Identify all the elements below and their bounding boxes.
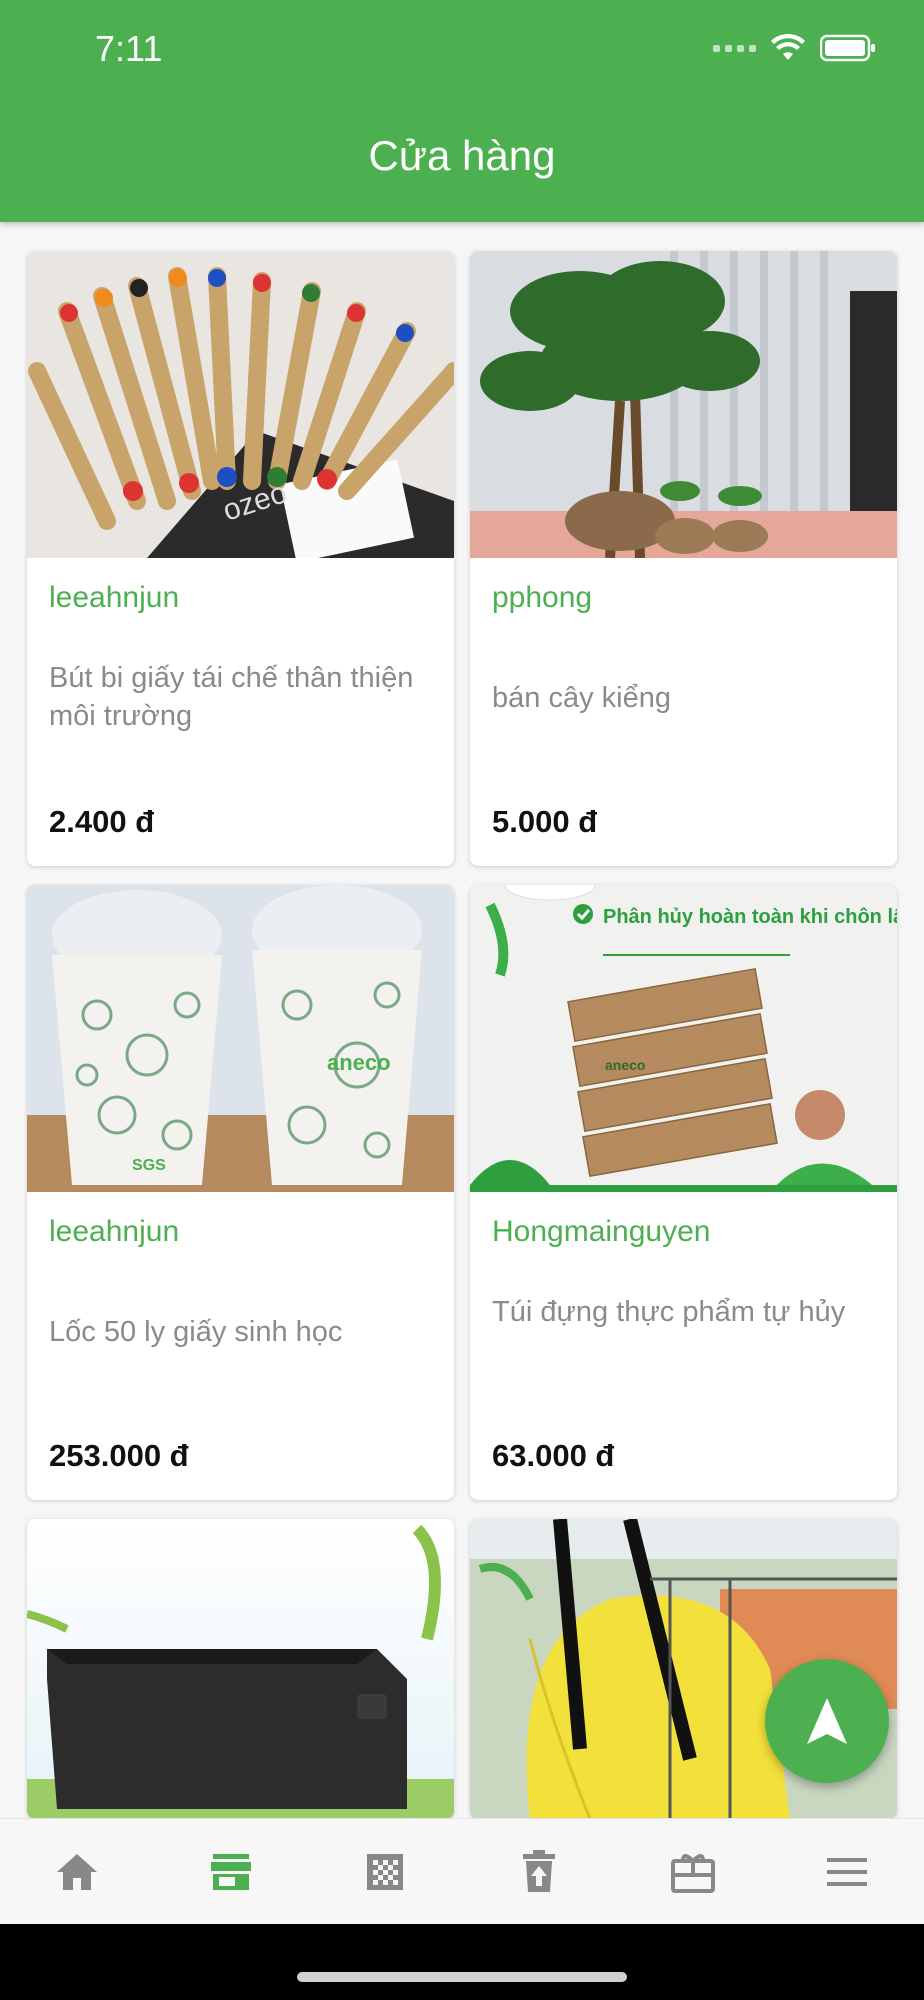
product-card[interactable]: pphong bán cây kiểng 5.000 đ <box>470 251 897 866</box>
trash-upload-icon <box>523 1850 555 1892</box>
home-icon <box>57 1854 97 1890</box>
grid-icon <box>367 1854 403 1890</box>
home-bar <box>0 1924 924 2000</box>
product-image-pens: ozeo <box>27 251 454 558</box>
seller-name: pphong <box>492 581 593 614</box>
product-card[interactable]: ozeo leeahnjun Bút bi giấy tái chế thân … <box>27 251 454 866</box>
nav-menu[interactable] <box>787 1819 907 1925</box>
product-price: 253.000 đ <box>49 1438 189 1473</box>
product-card[interactable]: Phân hủy hoàn toàn khi chôn lấp aneco Ho… <box>470 885 897 1500</box>
nav-recycle[interactable] <box>479 1819 599 1925</box>
product-image-cups: aneco SGS <box>27 885 454 1192</box>
product-card[interactable]: aneco SGS leeahnjun Lốc 50 ly giấy sinh … <box>27 885 454 1500</box>
nav-gifts[interactable] <box>633 1819 753 1925</box>
seller-name: Hongmainguyen <box>492 1215 711 1248</box>
signal-icon <box>713 44 756 52</box>
nav-grid[interactable] <box>325 1819 445 1925</box>
cups-logo-text: aneco <box>327 1050 391 1075</box>
app-header: 7:11 Cửa hàng <box>0 0 924 222</box>
status-icons <box>713 34 876 62</box>
product-image-plant <box>470 251 897 558</box>
bottom-nav <box>0 1818 924 1925</box>
product-price: 5.000 đ <box>492 804 598 839</box>
store-icon <box>211 1854 251 1890</box>
scroll-top-button[interactable] <box>765 1659 889 1783</box>
product-price: 2.400 đ <box>49 804 155 839</box>
nav-store[interactable] <box>171 1819 291 1925</box>
wifi-icon <box>771 34 805 60</box>
seller-name: leeahnjun <box>49 581 180 614</box>
status-time: 7:11 <box>95 28 163 69</box>
product-name: Túi đựng thực phẩm tự hủy <box>492 1296 846 1328</box>
nav-home[interactable] <box>17 1819 137 1925</box>
gift-icon <box>671 1854 715 1893</box>
product-name: Lốc 50 ly giấy sinh học <box>49 1316 343 1348</box>
product-name: Bút bi giấy tái chế thân thiện môi trườn… <box>49 662 414 732</box>
product-image-grow-bag <box>27 1519 454 1819</box>
product-card[interactable] <box>27 1519 454 1819</box>
cups-badge-text: SGS <box>132 1157 166 1174</box>
bags-banner-text: Phân hủy hoàn toàn khi chôn lấp <box>603 906 897 928</box>
battery-icon <box>820 34 875 62</box>
page-title: Cửa hàng <box>368 132 556 179</box>
menu-icon <box>827 1858 867 1886</box>
home-indicator[interactable] <box>297 1972 627 1982</box>
navigation-arrow-icon <box>807 1698 847 1744</box>
product-image-bags: Phân hủy hoàn toàn khi chôn lấp aneco <box>470 885 897 1192</box>
bags-logo-text: aneco <box>605 1057 645 1073</box>
seller-name: leeahnjun <box>49 1215 180 1248</box>
product-price: 63.000 đ <box>492 1438 615 1473</box>
product-name: bán cây kiểng <box>492 682 671 714</box>
